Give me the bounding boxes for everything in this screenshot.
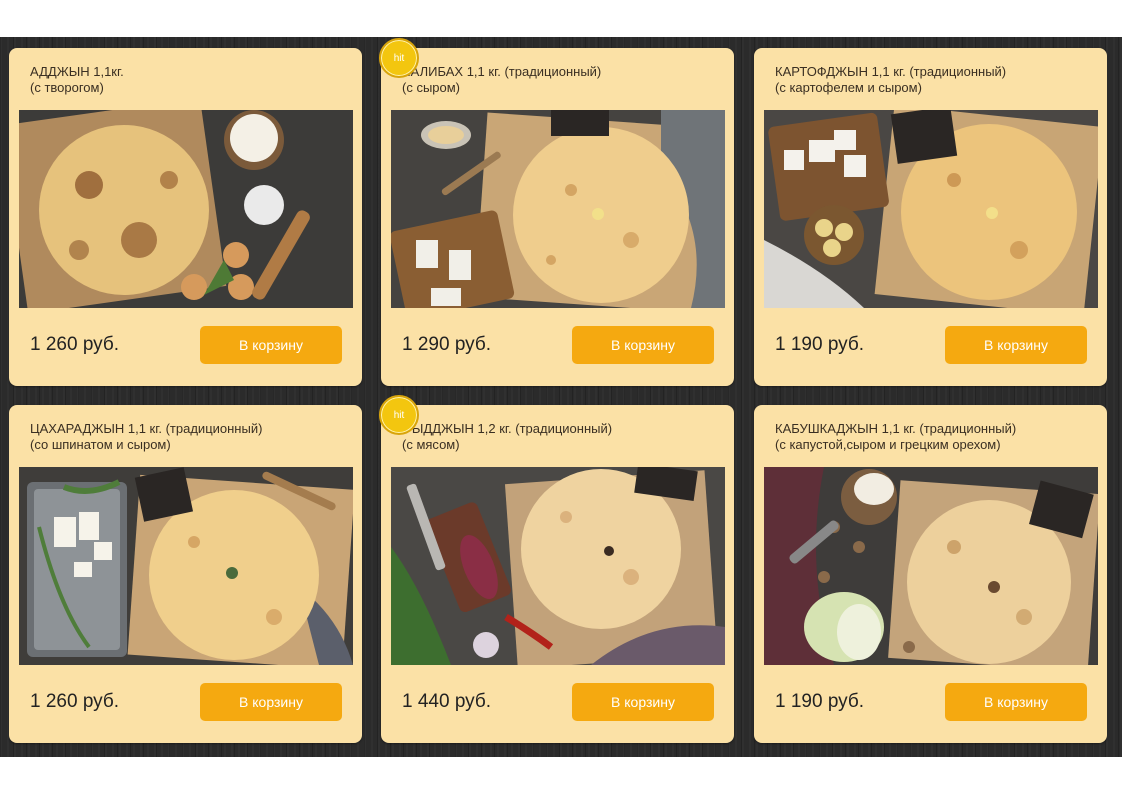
hit-badge: hit xyxy=(379,38,419,78)
add-to-cart-button[interactable]: В корзину xyxy=(200,326,342,364)
product-card-adzhyn: АДДЖЫН 1,1кг. (с творогом) 1 260 руб. В … xyxy=(9,48,362,386)
product-price: 1 440 руб. xyxy=(402,691,492,712)
add-to-cart-button[interactable]: В корзину xyxy=(945,683,1087,721)
product-title[interactable]: ЧАЛИБАХ 1,1 кг. (традиционный) (с сыром) xyxy=(402,64,722,96)
product-card-chalibakh: ЧАЛИБАХ 1,1 кг. (традиционный) (с сыром)… xyxy=(381,48,734,386)
product-filling: (с сыром) xyxy=(402,80,461,95)
product-photo[interactable] xyxy=(391,110,725,308)
product-price: 1 260 руб. xyxy=(30,334,120,355)
product-card-fyddzhyn: ФЫДДЖЫН 1,2 кг. (традиционный) (с мясом)… xyxy=(381,405,734,743)
product-price: 1 290 руб. xyxy=(402,334,492,355)
add-to-cart-button[interactable]: В корзину xyxy=(945,326,1087,364)
product-filling: (с мясом) xyxy=(402,437,460,452)
product-price: 1 190 руб. xyxy=(775,334,865,355)
add-to-cart-button[interactable]: В корзину xyxy=(200,683,342,721)
product-filling: (с картофелем и сыром) xyxy=(775,80,922,95)
product-card-kabushkadzhyn: КАБУШКАДЖЫН 1,1 кг. (традиционный) (с ка… xyxy=(754,405,1107,743)
product-name: ФЫДДЖЫН 1,2 кг. (традиционный) xyxy=(402,421,613,436)
product-title[interactable]: ЦАХАРАДЖЫН 1,1 кг. (традиционный) (со шп… xyxy=(30,421,350,453)
product-grid: АДДЖЫН 1,1кг. (с творогом) 1 260 руб. В … xyxy=(0,37,1122,757)
product-title[interactable]: ФЫДДЖЫН 1,2 кг. (традиционный) (с мясом) xyxy=(402,421,722,453)
product-photo[interactable] xyxy=(764,110,1098,308)
product-title[interactable]: КАБУШКАДЖЫН 1,1 кг. (традиционный) (с ка… xyxy=(775,421,1095,453)
product-price: 1 260 руб. xyxy=(30,691,120,712)
product-card-kartofdzhyn: КАРТОФДЖЫН 1,1 кг. (традиционный) (с кар… xyxy=(754,48,1107,386)
product-card-tsakharadzhyn: ЦАХАРАДЖЫН 1,1 кг. (традиционный) (со шп… xyxy=(9,405,362,743)
product-name: ЦАХАРАДЖЫН 1,1 кг. (традиционный) xyxy=(30,421,263,436)
product-filling: (с творогом) xyxy=(30,80,104,95)
product-price: 1 190 руб. xyxy=(775,691,865,712)
product-filling: (со шпинатом и сыром) xyxy=(30,437,171,452)
product-filling: (с капустой,сыром и грецким орехом) xyxy=(775,437,1001,452)
product-title[interactable]: КАРТОФДЖЫН 1,1 кг. (традиционный) (с кар… xyxy=(775,64,1095,96)
product-name: КАРТОФДЖЫН 1,1 кг. (традиционный) xyxy=(775,64,1007,79)
add-to-cart-button[interactable]: В корзину xyxy=(572,683,714,721)
product-photo[interactable] xyxy=(764,467,1098,665)
add-to-cart-button[interactable]: В корзину xyxy=(572,326,714,364)
product-name: ЧАЛИБАХ 1,1 кг. (традиционный) xyxy=(402,64,602,79)
product-photo[interactable] xyxy=(19,110,353,308)
product-name: КАБУШКАДЖЫН 1,1 кг. (традиционный) xyxy=(775,421,1017,436)
product-name: АДДЖЫН 1,1кг. xyxy=(30,64,124,79)
hit-badge: hit xyxy=(379,395,419,435)
product-photo[interactable] xyxy=(391,467,725,665)
product-title[interactable]: АДДЖЫН 1,1кг. (с творогом) xyxy=(30,64,350,96)
product-photo[interactable] xyxy=(19,467,353,665)
